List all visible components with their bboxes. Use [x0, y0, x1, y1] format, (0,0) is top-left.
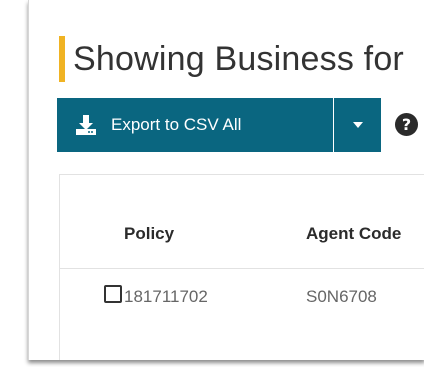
cell-policy: 181711702: [124, 287, 208, 306]
cell-agent-code: S0N6708: [306, 287, 377, 306]
svg-text:?: ?: [402, 115, 411, 134]
column-header-policy[interactable]: Policy: [124, 224, 174, 244]
business-table: [59, 174, 424, 360]
content-panel: Showing Business for Export to CSV All ?…: [28, 0, 424, 360]
download-icon: [75, 114, 97, 136]
row-checkbox[interactable]: [104, 285, 122, 303]
page-title: Showing Business for: [73, 40, 404, 78]
export-csv-label: Export to CSV All: [111, 115, 242, 134]
title-accent-bar: [59, 36, 65, 82]
export-csv-button[interactable]: Export to CSV All: [57, 98, 333, 152]
column-header-agent-code[interactable]: Agent Code: [306, 224, 401, 244]
export-dropdown-button[interactable]: [334, 98, 381, 152]
caret-down-icon: [352, 122, 363, 128]
header-divider: [59, 268, 424, 269]
help-button[interactable]: ?: [394, 112, 419, 137]
question-circle-icon: ?: [395, 113, 418, 136]
